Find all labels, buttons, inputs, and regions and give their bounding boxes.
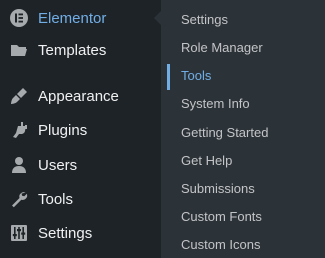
sidebar-item-plugins[interactable]: Plugins xyxy=(0,113,160,147)
submenu-item-settings[interactable]: Settings xyxy=(161,6,325,32)
submenu-item-custom-fonts[interactable]: Custom Fonts xyxy=(161,203,325,229)
wrench-icon xyxy=(9,189,29,209)
plugin-icon xyxy=(9,120,29,140)
submenu-item-label: Role Manager xyxy=(181,39,263,55)
elementor-icon xyxy=(9,8,29,28)
submenu-item-system-info[interactable]: System Info xyxy=(161,90,325,116)
sidebar-item-label: Tools xyxy=(38,190,74,208)
submenu-item-custom-icons[interactable]: Custom Icons xyxy=(161,231,325,257)
admin-sidebar: Elementor Templates Appearance Plugins U… xyxy=(0,0,161,258)
paintbrush-icon xyxy=(9,86,29,106)
submenu-item-label: Get Help xyxy=(181,152,233,168)
user-icon xyxy=(9,155,29,175)
submenu-item-label: Settings xyxy=(181,11,228,27)
submenu-item-tools[interactable]: Tools xyxy=(161,62,325,90)
sidebar-item-label: Users xyxy=(38,156,78,174)
sidebar-item-users[interactable]: Users xyxy=(0,148,160,182)
sidebar-item-label: Elementor xyxy=(38,9,107,27)
submenu-item-getting-started[interactable]: Getting Started xyxy=(161,119,325,145)
sidebar-item-label: Settings xyxy=(38,224,93,242)
submenu-item-label: Custom Icons xyxy=(181,236,261,252)
sidebar-item-tools[interactable]: Tools xyxy=(0,182,160,216)
sidebar-item-label: Templates xyxy=(38,41,107,59)
submenu-item-label: Custom Fonts xyxy=(181,208,262,224)
folder-icon xyxy=(9,40,29,60)
sidebar-item-elementor[interactable]: Elementor xyxy=(0,1,160,35)
sidebar-item-templates[interactable]: Templates xyxy=(0,33,160,67)
submenu-item-label: System Info xyxy=(181,95,250,111)
submenu-item-submissions[interactable]: Submissions xyxy=(161,175,325,201)
active-menu-pointer xyxy=(154,11,161,25)
sliders-icon xyxy=(9,223,29,243)
sidebar-item-appearance[interactable]: Appearance xyxy=(0,79,160,113)
sidebar-item-label: Plugins xyxy=(38,121,88,139)
submenu-item-get-help[interactable]: Get Help xyxy=(161,147,325,173)
elementor-submenu: Settings Role Manager Tools System Info … xyxy=(161,0,325,258)
submenu-item-label: Submissions xyxy=(181,180,255,196)
submenu-item-role-manager[interactable]: Role Manager xyxy=(161,34,325,60)
submenu-item-label: Tools xyxy=(181,67,212,83)
submenu-item-label: Getting Started xyxy=(181,124,269,140)
sidebar-item-label: Appearance xyxy=(38,87,119,105)
sidebar-item-settings[interactable]: Settings xyxy=(0,216,160,250)
